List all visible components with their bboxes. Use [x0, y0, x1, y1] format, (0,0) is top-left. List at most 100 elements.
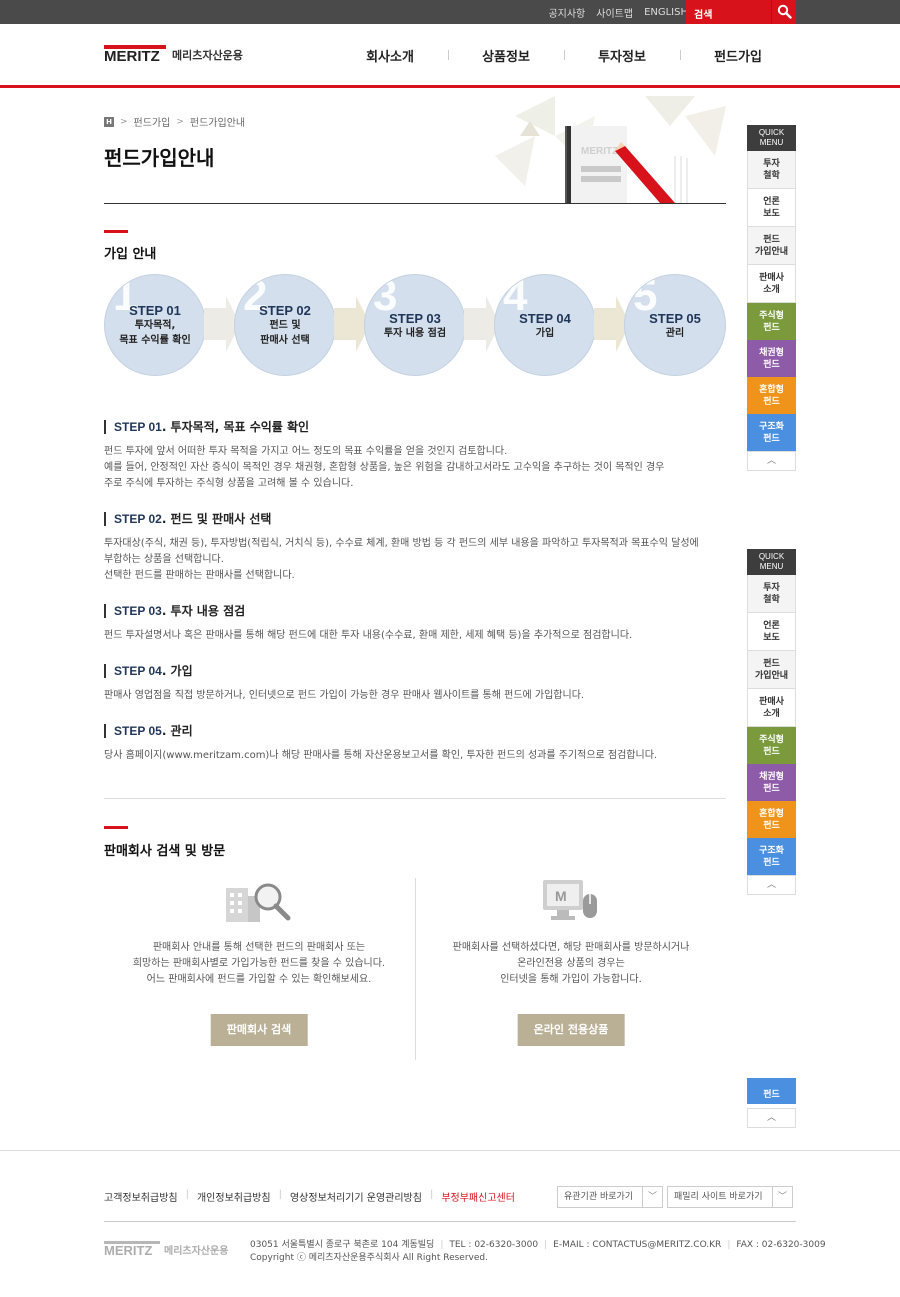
site-footer: 고객정보취급방침 | 개인정보취급방침 | 영상정보처리기기 운영관리방침 | … [0, 1150, 900, 1297]
step-desc: 목표 수익률 확인 [119, 335, 191, 346]
section-accent-bar [104, 826, 128, 829]
step5-description: 당사 홈페이지(www.meritzam.com)나 해당 판매사를 통해 자산… [104, 750, 658, 761]
quick-menu: QUICK MENU 투자 철학 언론 보도 펀드 가입안내 판매사 소개 주식형 펀드 채… [747, 125, 796, 471]
quick-bond-fund[interactable]: 채권형 펀드 [747, 764, 796, 801]
step3-heading: STEP 03. 투자 내용 점검 [104, 604, 245, 618]
step4-description: 판매사 영업점을 직접 방문하거나, 인터넷으로 펀드 가입이 가능한 경우 판… [104, 690, 585, 701]
guide-section-title: 가입 안내 [104, 247, 157, 262]
quick-mixed-fund[interactable]: 혼합형 펀드 [747, 801, 796, 838]
meritz-logo-mark: MERITZ [104, 45, 166, 65]
step-desc: 투자목적, [134, 320, 176, 331]
sales-section-title: 판매회사 검색 및 방문 [104, 844, 226, 859]
quick-mixed-fund[interactable]: 혼합형 펀드 [747, 377, 796, 414]
step-label: STEP 03 [389, 311, 441, 326]
building-search-icon [226, 883, 291, 922]
breadcrumb: H > 펀드가입 > 펀드가입안내 [104, 114, 245, 129]
quick-fund-join-guide[interactable]: 펀드 가입안내 [747, 651, 796, 689]
chevron-up-icon: ︿ [766, 880, 776, 890]
footer-customer-policy-link[interactable]: 고객정보취급방침 [104, 1189, 178, 1204]
chevron-down-icon: ﹀ [772, 1187, 792, 1207]
chevron-right-icon: > [176, 116, 184, 127]
quick-menu-partial: 펀드 ︿ [747, 1078, 796, 1128]
sales-search-description: 판매회사 안내를 통해 선택한 펀드의 판매회사 또는 희망하는 판매회사별로 … [132, 942, 386, 985]
online-product-description: 판매회사를 선택하셨다면, 해당 판매회사를 방문하시거나 온라인전용 상품의 … [452, 942, 690, 985]
breadcrumb-fund-join[interactable]: 펀드가입 [134, 114, 171, 129]
quick-structured-fund[interactable]: 구조화 펀드 [747, 838, 796, 875]
sitemap-link[interactable]: 사이트맵 [596, 5, 633, 20]
related-sites-select[interactable]: 유관기관 바로가기 ﹀ [557, 1186, 663, 1208]
step1-description: 펀드 투자에 앞서 어떠한 투자 목적을 가지고 어느 정도의 목표 수익률을 … [104, 446, 665, 489]
quick-sales-company[interactable]: 판매사 소개 [747, 689, 796, 727]
home-icon[interactable]: H [104, 116, 114, 127]
section-accent-bar [104, 230, 128, 233]
quick-stock-fund[interactable]: 주식형 펀드 [747, 303, 796, 340]
nav-fund-join[interactable]: 펀드가입 [680, 46, 796, 65]
scroll-top-button[interactable]: ︿ [747, 451, 796, 471]
site-header: MERITZ 메리츠자산운용 회사소개 상품정보 투자정보 펀드가입 [0, 24, 900, 88]
footer-cctv-policy-link[interactable]: 영상정보처리기기 운영관리방침 [290, 1189, 422, 1204]
logo-korean-name: 메리츠자산운용 [172, 49, 243, 62]
step-label: STEP 01 [129, 303, 181, 318]
step-desc: 투자 내용 점검 [383, 328, 447, 339]
notice-link[interactable]: 공지사항 [548, 5, 585, 20]
quick-structured-fund[interactable]: 펀드 [747, 1078, 796, 1104]
quick-fund-join-guide[interactable]: 펀드 가입안내 [747, 227, 796, 265]
footer-corruption-report-link[interactable]: 부정부패신고센터 [441, 1189, 515, 1204]
utility-links: 공지사항 사이트맵 ENGLISH [537, 0, 688, 24]
footer-address: 03051 서울특별시 종로구 북촌로 104 계동빌딩 [250, 1240, 435, 1250]
step-desc: 관리 [665, 328, 685, 339]
chevron-down-icon: ﹀ [642, 1187, 662, 1207]
footer-copyright: Copyright ⓒ 메리츠자산운용주식회사 All Right Reserv… [250, 1253, 488, 1263]
step-flow: 1 STEP 01 투자목적, 목표 수익률 확인 2 STEP 02 펀드 및… [104, 272, 726, 378]
banner-illustration: MERITZ [495, 96, 726, 203]
footer-links: 고객정보취급방침 | 개인정보취급방침 | 영상정보처리기기 운영관리방침 | … [104, 1189, 515, 1204]
online-product-button[interactable]: 온라인 전용상품 [517, 1014, 625, 1046]
svg-text:M: M [555, 888, 567, 904]
step-desc: 판매사 선택 [260, 335, 310, 346]
footer-divider [104, 1221, 796, 1222]
main-nav: 회사소개 상품정보 투자정보 펀드가입 [332, 46, 796, 65]
quick-menu-header: QUICK MENU [747, 549, 796, 575]
step-label: STEP 02 [259, 303, 311, 318]
nav-products[interactable]: 상품정보 [448, 46, 564, 65]
chevron-up-icon: ︿ [766, 1113, 776, 1123]
title-divider [104, 203, 726, 204]
english-link[interactable]: ENGLISH [644, 7, 688, 18]
step2-heading: STEP 02. 펀드 및 판매사 선택 [104, 512, 271, 526]
quick-press[interactable]: 언론 보도 [747, 189, 796, 227]
footer-tel: TEL : 02-6320-3000 [449, 1240, 539, 1250]
step-desc: 펀드 및 [269, 320, 301, 331]
nav-investment-info[interactable]: 투자정보 [564, 46, 680, 65]
search-button[interactable] [771, 0, 796, 24]
footer-privacy-policy-link[interactable]: 개인정보취급방침 [197, 1189, 271, 1204]
family-sites-select[interactable]: 패밀리 사이트 바로가기 ﹀ [667, 1186, 793, 1208]
page-title: 펀드가입안내 [104, 146, 215, 170]
step4-heading: STEP 04. 가입 [104, 664, 193, 678]
step-circle-2: 2 STEP 02 펀드 및 판매사 선택 [234, 274, 336, 376]
quick-sales-company[interactable]: 판매사 소개 [747, 265, 796, 303]
quick-press[interactable]: 언론 보도 [747, 613, 796, 651]
footer-logo: MERITZ 메리츠자산운용 [104, 1241, 229, 1258]
quick-bond-fund[interactable]: 채권형 펀드 [747, 340, 796, 377]
step1-heading: STEP 01. 투자목적, 목표 수익률 확인 [104, 420, 309, 434]
step-label: STEP 05 [649, 311, 701, 326]
step-desc: 가입 [535, 328, 555, 339]
step-circle-1: 1 STEP 01 투자목적, 목표 수익률 확인 [104, 274, 206, 376]
quick-philosophy[interactable]: 투자 철학 [747, 151, 796, 189]
chevron-up-icon: ︿ [766, 456, 776, 466]
quick-structured-fund[interactable]: 구조화 펀드 [747, 414, 796, 451]
scroll-top-button[interactable]: ︿ [747, 1108, 796, 1128]
footer-company-info: 03051 서울특별시 종로구 북촌로 104 계동빌딩 | TEL : 02-63… [250, 1240, 826, 1263]
search-icon [777, 4, 792, 19]
nav-company[interactable]: 회사소개 [332, 46, 448, 65]
sales-company-search-button[interactable]: 판매회사 검색 [210, 1014, 308, 1046]
chevron-right-icon: > [120, 116, 128, 127]
site-logo[interactable]: MERITZ 메리츠자산운용 [104, 44, 243, 66]
utility-bar: 공지사항 사이트맵 ENGLISH 검색 [0, 0, 900, 24]
step-circle-5: 5 STEP 05 관리 [624, 274, 726, 376]
scroll-top-button[interactable]: ︿ [747, 875, 796, 895]
computer-mouse-icon: M [543, 880, 597, 920]
sales-search-panel: 판매회사 안내를 통해 선택한 펀드의 판매회사 또는 희망하는 판매회사별로 … [104, 878, 414, 1060]
quick-stock-fund[interactable]: 주식형 펀드 [747, 727, 796, 764]
quick-philosophy[interactable]: 투자 철학 [747, 575, 796, 613]
